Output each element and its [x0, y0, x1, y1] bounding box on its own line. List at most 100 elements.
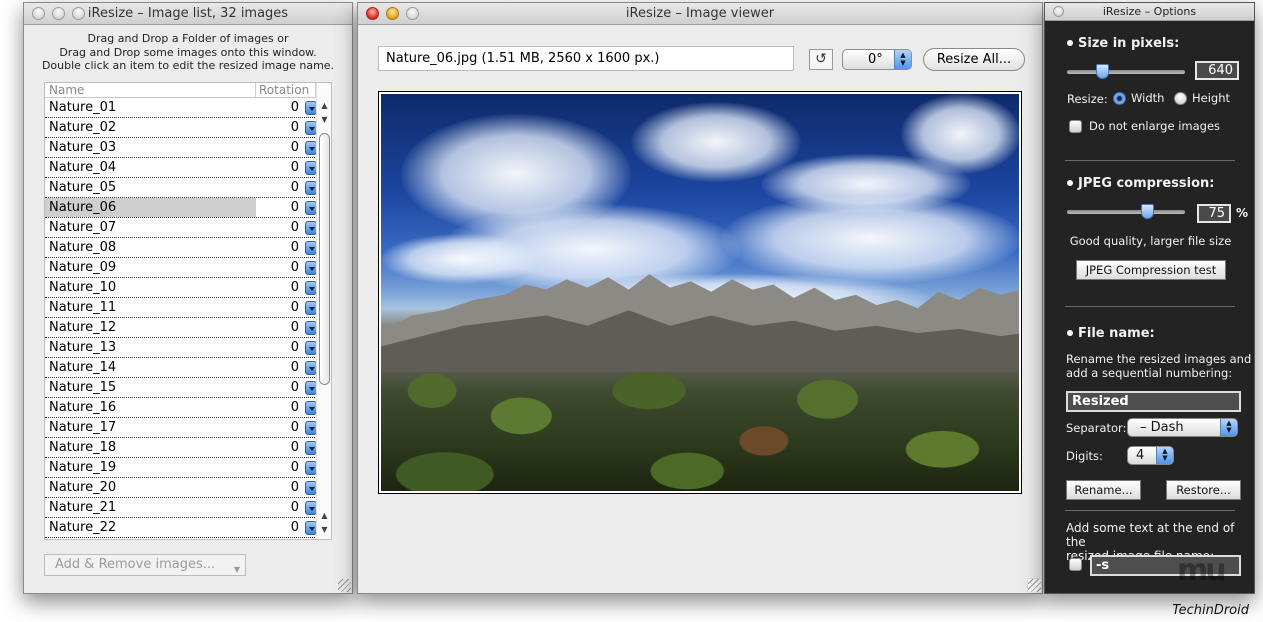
- digits-popup[interactable]: 4 ▲ ▼: [1127, 446, 1174, 465]
- stepper-arrows-icon[interactable]: ▲ ▼: [1220, 419, 1237, 436]
- table-row[interactable]: Nature_07 0: [45, 218, 331, 238]
- resize-grip[interactable]: [338, 579, 351, 592]
- radio-height[interactable]: Height: [1174, 91, 1230, 105]
- jpeg-slider-knob[interactable]: [1141, 204, 1154, 219]
- scroll-down-arrow[interactable]: ▼: [317, 113, 331, 127]
- table-row[interactable]: Nature_03 0: [45, 138, 331, 158]
- table-row[interactable]: Nature_14 0: [45, 358, 331, 378]
- table-row[interactable]: Nature_18 0: [45, 438, 331, 458]
- jpeg-slider[interactable]: [1067, 204, 1185, 219]
- row-name[interactable]: Nature_02: [45, 118, 256, 137]
- table-row[interactable]: Nature_19 0: [45, 458, 331, 478]
- minimize-button[interactable]: [386, 7, 399, 20]
- table-row[interactable]: Nature_16 0: [45, 398, 331, 418]
- column-header-name[interactable]: Name: [45, 83, 256, 97]
- scroll-up-arrow[interactable]: ▲: [317, 99, 331, 113]
- table-row[interactable]: Nature_11 0: [45, 298, 331, 318]
- row-name[interactable]: Nature_03: [45, 138, 256, 157]
- row-rotation: 0: [290, 480, 299, 495]
- table-row[interactable]: Nature_17 0: [45, 418, 331, 438]
- row-name[interactable]: Nature_08: [45, 238, 256, 257]
- close-button[interactable]: [366, 7, 379, 20]
- row-name[interactable]: Nature_15: [45, 378, 256, 397]
- separator-popup[interactable]: – Dash ▲ ▼: [1127, 418, 1238, 437]
- size-slider-knob[interactable]: [1096, 64, 1109, 79]
- row-name[interactable]: Nature_05: [45, 178, 256, 197]
- radio-unselected-icon[interactable]: [1174, 92, 1187, 105]
- row-rotation: 0: [290, 100, 299, 115]
- jpeg-compression-test-button[interactable]: JPEG Compression test: [1076, 260, 1226, 280]
- image-viewer-titlebar[interactable]: iResize – Image viewer: [358, 3, 1042, 25]
- row-name[interactable]: Nature_19: [45, 458, 256, 477]
- close-button[interactable]: [1053, 6, 1064, 17]
- row-name[interactable]: Nature_09: [45, 258, 256, 277]
- resize-grip[interactable]: [1027, 578, 1041, 592]
- table-row[interactable]: Nature_22 0: [45, 518, 331, 538]
- table-row[interactable]: Nature_06 0: [45, 198, 331, 218]
- jpeg-value-field[interactable]: 75: [1197, 204, 1231, 223]
- rotate-button[interactable]: ↺: [809, 49, 833, 70]
- row-name[interactable]: Nature_07: [45, 218, 256, 237]
- table-row[interactable]: Nature_20 0: [45, 478, 331, 498]
- table-row[interactable]: Nature_12 0: [45, 318, 331, 338]
- rename-button[interactable]: Rename...: [1066, 480, 1141, 500]
- window-title: iResize – Image viewer: [625, 6, 775, 21]
- resize-all-button[interactable]: Resize All...: [923, 48, 1025, 71]
- base-name-field[interactable]: Resized: [1066, 391, 1241, 412]
- row-name[interactable]: Nature_01: [45, 98, 256, 117]
- stepper-arrows-icon[interactable]: ▲ ▼: [1156, 447, 1173, 464]
- rotation-popup[interactable]: 0° ▲ ▼: [842, 49, 912, 70]
- table-header: Name Rotation: [45, 83, 331, 98]
- restore-button[interactable]: Restore...: [1166, 480, 1241, 500]
- row-name[interactable]: Nature_17: [45, 418, 256, 437]
- row-name[interactable]: Nature_06: [45, 198, 256, 217]
- table-row[interactable]: Nature_05 0: [45, 178, 331, 198]
- radio-selected-icon[interactable]: [1113, 92, 1126, 105]
- table-row[interactable]: Nature_09 0: [45, 258, 331, 278]
- no-enlarge-checkbox[interactable]: [1069, 120, 1082, 133]
- row-name[interactable]: Nature_10: [45, 278, 256, 297]
- row-rotation: 0: [290, 500, 299, 515]
- suffix-checkbox[interactable]: [1069, 558, 1082, 571]
- table-row[interactable]: Nature_08 0: [45, 238, 331, 258]
- table-row[interactable]: Nature_01 0: [45, 98, 331, 118]
- table-row[interactable]: Nature_10 0: [45, 278, 331, 298]
- row-name[interactable]: Nature_04: [45, 158, 256, 177]
- table-row[interactable]: Nature_13 0: [45, 338, 331, 358]
- close-button[interactable]: [32, 7, 45, 20]
- row-name[interactable]: Nature_20: [45, 478, 256, 497]
- row-name[interactable]: Nature_22: [45, 518, 256, 537]
- row-name[interactable]: Nature_14: [45, 358, 256, 377]
- row-name[interactable]: Nature_11: [45, 298, 256, 317]
- zoom-button[interactable]: [72, 7, 85, 20]
- minimize-button[interactable]: [52, 7, 65, 20]
- add-remove-images-button[interactable]: Add & Remove images... ▼: [44, 554, 246, 576]
- separator-label: Separator:: [1066, 421, 1127, 435]
- row-name[interactable]: Nature_21: [45, 498, 256, 517]
- row-rotation: 0: [290, 260, 299, 275]
- options-titlebar[interactable]: iResize – Options: [1045, 3, 1254, 21]
- table-row[interactable]: Nature_02 0: [45, 118, 331, 138]
- scroll-down-arrow-bottom[interactable]: ▼: [317, 523, 331, 537]
- size-slider[interactable]: [1067, 64, 1185, 79]
- stepper-arrows-icon[interactable]: ▲ ▼: [894, 50, 911, 69]
- scroll-thumb[interactable]: [319, 133, 330, 385]
- window-controls: [1053, 6, 1064, 17]
- row-name[interactable]: Nature_18: [45, 438, 256, 457]
- row-name[interactable]: Nature_13: [45, 338, 256, 357]
- row-rotation: 0: [290, 180, 299, 195]
- radio-width[interactable]: Width: [1113, 91, 1164, 105]
- scroll-up-arrow-bottom[interactable]: ▲: [317, 509, 331, 523]
- divider: [1065, 306, 1235, 307]
- column-header-rotation[interactable]: Rotation: [256, 83, 316, 97]
- table-row[interactable]: Nature_21 0: [45, 498, 331, 518]
- table-row[interactable]: Nature_04 0: [45, 158, 331, 178]
- row-name[interactable]: Nature_16: [45, 398, 256, 417]
- size-value-field[interactable]: 640: [1195, 61, 1239, 80]
- image-list-titlebar[interactable]: iResize – Image list, 32 images: [24, 3, 352, 25]
- row-name[interactable]: Nature_12: [45, 318, 256, 337]
- image-table[interactable]: Name Rotation Nature_01 0 Nature_02 0 Nature…: [44, 82, 332, 540]
- zoom-button[interactable]: [406, 7, 419, 20]
- table-row[interactable]: Nature_15 0: [45, 378, 331, 398]
- vertical-scrollbar[interactable]: ▲ ▼ ▲ ▼: [316, 83, 331, 539]
